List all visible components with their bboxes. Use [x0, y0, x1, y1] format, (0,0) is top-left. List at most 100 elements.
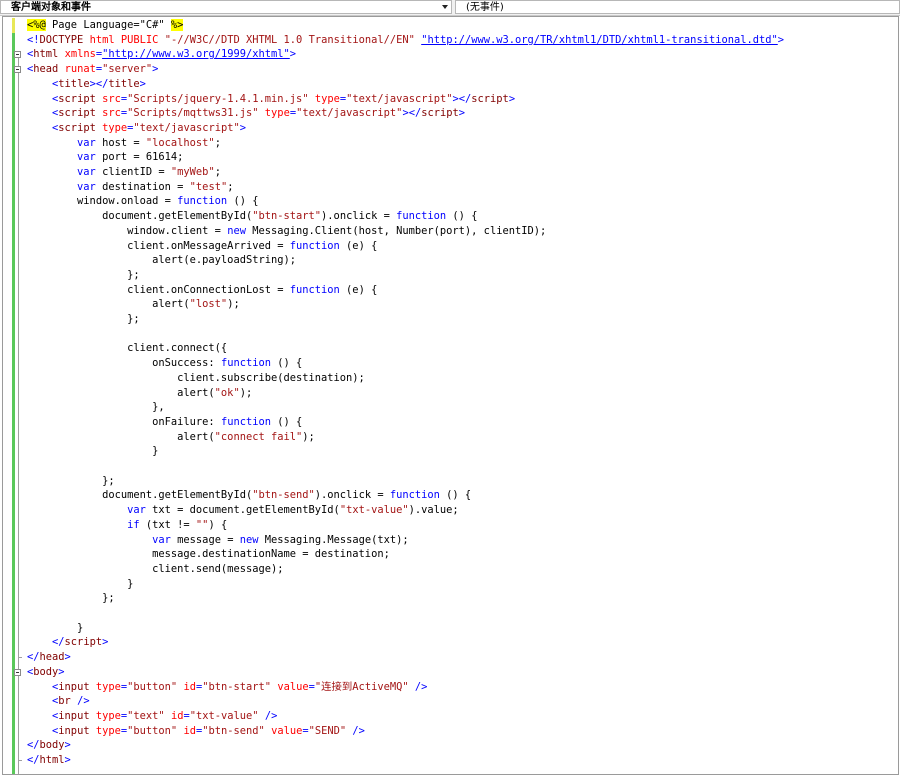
- code-line: client.subscribe(destination);: [27, 371, 365, 386]
- code-token: />: [264, 709, 278, 722]
- code-token: }: [27, 577, 134, 590]
- code-token: document.getElementById(: [27, 489, 253, 502]
- collapse-toggle[interactable]: [14, 66, 21, 74]
- code-token: };: [27, 268, 140, 281]
- code-token: input: [58, 709, 90, 722]
- client-objects-dropdown[interactable]: 客户端对象和事件: [0, 0, 452, 14]
- code-token: head: [39, 651, 65, 664]
- code-token: "http://www.w3.org/TR/xhtml1/DTD/xhtml1-…: [421, 33, 778, 46]
- code-token: clientID =: [95, 166, 171, 178]
- code-token: function: [220, 357, 271, 370]
- code-line: <input type="button" id="btn-send" value…: [27, 724, 365, 739]
- editor-navigation-bar: 客户端对象和事件 (无事件): [0, 0, 900, 16]
- code-line: <!DOCTYPE html PUBLIC "-//W3C//DTD XHTML…: [27, 33, 784, 48]
- code-token: ></: [402, 107, 422, 120]
- code-token: "text/javascript": [296, 107, 403, 120]
- code-token: type: [95, 724, 121, 737]
- code-token: message =: [170, 533, 240, 546]
- code-token: ).onclick =: [314, 489, 390, 502]
- code-token: >: [102, 636, 109, 649]
- code-token: xmlns: [64, 48, 96, 61]
- code-token: </: [27, 754, 40, 766]
- code-token: Page Language="C#": [45, 19, 171, 31]
- code-token: var: [77, 151, 96, 164]
- code-token: >: [508, 92, 516, 105]
- code-token: "lost": [189, 298, 228, 311]
- code-token: "txt-value": [189, 709, 259, 722]
- code-token: "btn-send": [202, 724, 265, 737]
- code-token: txt = document.getElementById(: [145, 504, 340, 517]
- code-token: type: [95, 709, 121, 722]
- code-token: >: [777, 33, 785, 46]
- code-token: () {: [227, 195, 259, 208]
- code-line: <title></title>: [27, 77, 146, 92]
- code-token: html: [33, 48, 59, 61]
- code-line: <html xmlns="http://www.w3.org/1999/xhtm…: [27, 47, 296, 62]
- code-token: (txt !=: [139, 518, 196, 531]
- code-token: function: [177, 195, 228, 208]
- code-token: host =: [95, 136, 146, 149]
- code-token: />: [77, 695, 90, 708]
- code-line: message.destinationName = destination;: [27, 547, 390, 562]
- code-token: };: [27, 313, 140, 325]
- code-editor[interactable]: <%@ Page Language="C#" %> <!DOCTYPE html …: [2, 16, 899, 775]
- code-token: PUBLIC: [120, 33, 159, 46]
- code-token: document.getElementById(: [27, 210, 253, 223]
- collapse-toggle[interactable]: [14, 51, 21, 59]
- code-token: head: [33, 63, 59, 76]
- code-line: <input type="button" id="btn-start" valu…: [27, 680, 427, 695]
- change-marker: [12, 32, 15, 774]
- code-token: ;: [214, 166, 221, 178]
- code-token: ).value;: [408, 504, 459, 517]
- code-line: window.client = new Messaging.Client(hos…: [27, 224, 546, 239]
- code-line: client.send(message);: [27, 562, 283, 577]
- code-token: >: [139, 77, 146, 90]
- collapse-toggle[interactable]: [14, 668, 21, 676]
- code-token: alert(: [27, 386, 215, 399]
- code-line: document.getElementById("btn-send").oncl…: [27, 488, 471, 503]
- code-token: function: [289, 239, 340, 252]
- code-token: "btn-start": [202, 680, 272, 693]
- code-token: >: [64, 739, 71, 752]
- code-line: };: [27, 474, 115, 489]
- code-token: title: [108, 77, 140, 90]
- code-token: "text/javascript": [133, 121, 240, 134]
- code-line: alert("connect fail");: [27, 430, 315, 445]
- code-token: };: [27, 474, 115, 487]
- code-line: };: [27, 312, 140, 327]
- code-token: client.onMessageArrived =: [27, 239, 290, 252]
- code-line: <script src="Scripts/jquery-1.4.1.min.js…: [27, 92, 515, 107]
- code-line: alert("ok");: [27, 386, 252, 401]
- code-line: },: [27, 400, 165, 415]
- code-token: >: [58, 665, 65, 678]
- code-line: }: [27, 444, 158, 459]
- code-token: >: [152, 63, 159, 76]
- code-token: body: [39, 739, 65, 752]
- code-token: );: [227, 298, 240, 311]
- events-dropdown[interactable]: (无事件): [455, 0, 900, 14]
- code-token: function: [289, 283, 340, 296]
- chevron-down-icon: [442, 5, 448, 9]
- code-token: client.subscribe(destination);: [27, 371, 365, 384]
- code-token: <!: [27, 33, 40, 46]
- code-token: function: [389, 489, 440, 502]
- code-area[interactable]: <%@ Page Language="C#" %> <!DOCTYPE html …: [27, 17, 898, 774]
- code-token: body: [33, 665, 59, 678]
- code-token: alert(e.payloadString);: [27, 254, 296, 267]
- code-token: "localhost": [145, 136, 215, 149]
- code-token: type: [95, 680, 121, 693]
- code-token: (e) {: [339, 283, 378, 296]
- code-line: <br />: [27, 694, 90, 709]
- code-line: document.getElementById("btn-start").onc…: [27, 209, 477, 224]
- code-token: var: [77, 166, 96, 178]
- code-line: client.onConnectionLost = function (e) {: [27, 283, 377, 298]
